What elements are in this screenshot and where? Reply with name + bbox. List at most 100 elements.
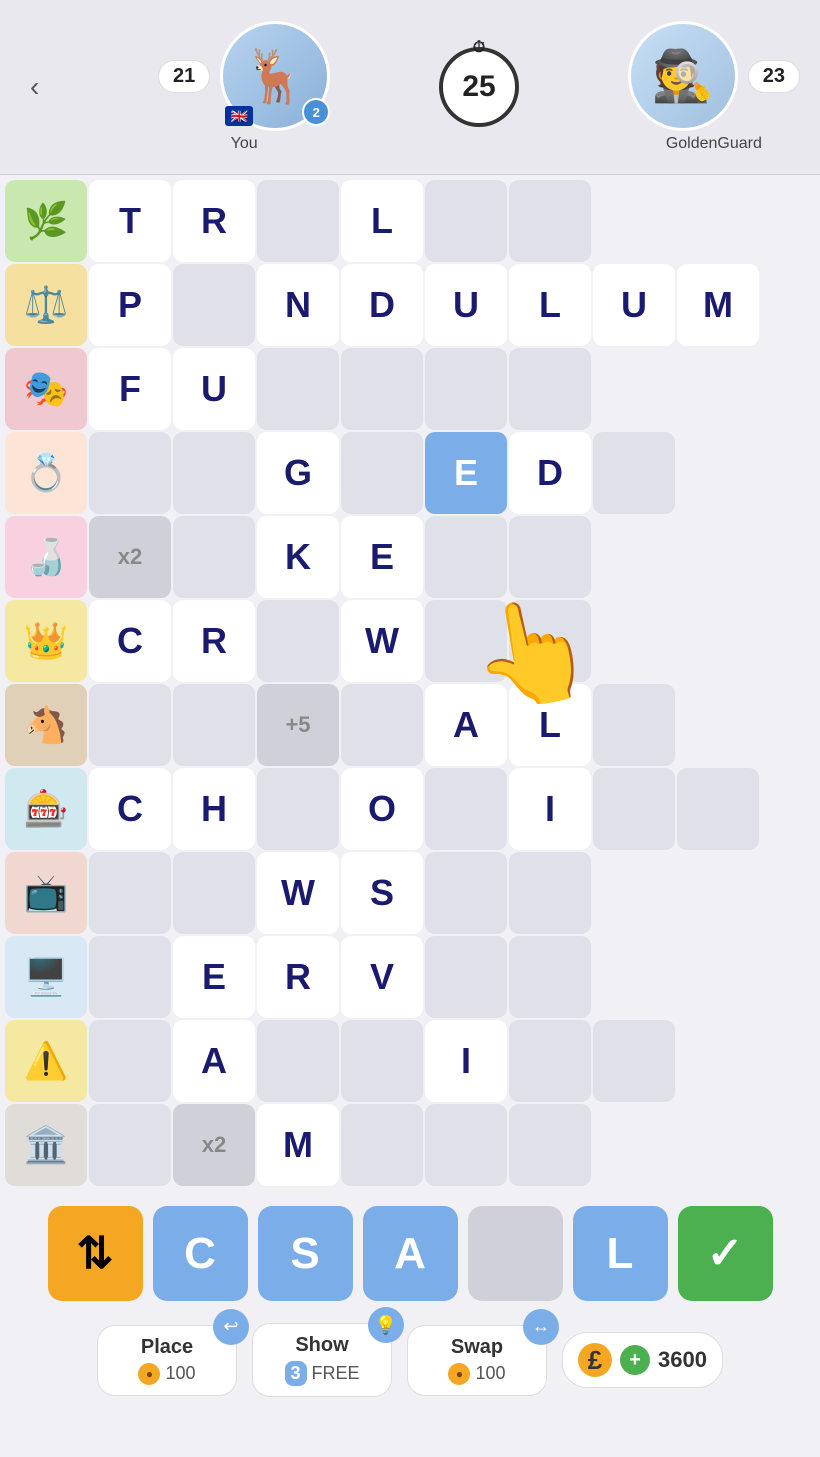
- clue-image-7: 🎰: [5, 768, 87, 850]
- cell[interactable]: [89, 1104, 171, 1186]
- cell[interactable]: [257, 600, 339, 682]
- cell[interactable]: U: [173, 348, 255, 430]
- add-coins-button[interactable]: +: [620, 1345, 650, 1375]
- cell[interactable]: [593, 684, 675, 766]
- cell[interactable]: [341, 348, 423, 430]
- you-level: 2: [302, 98, 330, 126]
- rack-tile-S[interactable]: S: [258, 1206, 353, 1301]
- cell[interactable]: G: [257, 432, 339, 514]
- cell[interactable]: M: [257, 1104, 339, 1186]
- cell[interactable]: A: [173, 1020, 255, 1102]
- cell[interactable]: C: [89, 600, 171, 682]
- cell[interactable]: N: [257, 264, 339, 346]
- cell[interactable]: F: [89, 348, 171, 430]
- cell[interactable]: [509, 1104, 591, 1186]
- cell[interactable]: A: [425, 684, 507, 766]
- cell[interactable]: U: [593, 264, 675, 346]
- cell[interactable]: L: [341, 180, 423, 262]
- back-button[interactable]: ‹: [20, 66, 49, 108]
- you-flag: 🇬🇧: [225, 106, 253, 126]
- cell[interactable]: R: [173, 180, 255, 262]
- cell[interactable]: x2: [89, 516, 171, 598]
- coins-display: £ + 3600: [562, 1332, 723, 1388]
- cell[interactable]: [89, 684, 171, 766]
- cell[interactable]: [509, 180, 591, 262]
- cell[interactable]: [341, 684, 423, 766]
- cell[interactable]: R: [173, 600, 255, 682]
- shuffle-tile[interactable]: ⇅: [48, 1206, 143, 1301]
- cell[interactable]: E: [341, 516, 423, 598]
- cell[interactable]: L: [509, 264, 591, 346]
- cell[interactable]: [593, 1020, 675, 1102]
- cell[interactable]: O: [341, 768, 423, 850]
- cell[interactable]: [89, 1020, 171, 1102]
- cell[interactable]: [425, 600, 507, 682]
- you-avatar-wrapper: 🦌 🇬🇧 2: [220, 21, 330, 131]
- cell[interactable]: [425, 936, 507, 1018]
- cell[interactable]: +5: [257, 684, 339, 766]
- cell[interactable]: W: [341, 600, 423, 682]
- cell[interactable]: [341, 432, 423, 514]
- cell[interactable]: [173, 432, 255, 514]
- cell[interactable]: C: [89, 768, 171, 850]
- cell[interactable]: S: [341, 852, 423, 934]
- cell[interactable]: [509, 852, 591, 934]
- cell[interactable]: [593, 432, 675, 514]
- cell[interactable]: [173, 264, 255, 346]
- clue-image-0: 🌿: [5, 180, 87, 262]
- cell[interactable]: [341, 1104, 423, 1186]
- cell[interactable]: [173, 516, 255, 598]
- cell[interactable]: W: [257, 852, 339, 934]
- cell[interactable]: R: [257, 936, 339, 1018]
- cell[interactable]: [425, 180, 507, 262]
- rack-tile-A[interactable]: A: [363, 1206, 458, 1301]
- cell[interactable]: [257, 180, 339, 262]
- cell[interactable]: [425, 852, 507, 934]
- cell[interactable]: E: [173, 936, 255, 1018]
- cell[interactable]: [425, 516, 507, 598]
- rack-tile-L[interactable]: L: [573, 1206, 668, 1301]
- cell[interactable]: [593, 768, 675, 850]
- cell-selected[interactable]: E: [425, 432, 507, 514]
- cell[interactable]: M: [677, 264, 759, 346]
- cell[interactable]: [257, 768, 339, 850]
- cell[interactable]: U: [425, 264, 507, 346]
- cell[interactable]: x2: [173, 1104, 255, 1186]
- cell[interactable]: [509, 1020, 591, 1102]
- coins-icon: £: [578, 1343, 612, 1377]
- cell[interactable]: [89, 432, 171, 514]
- cell[interactable]: [509, 936, 591, 1018]
- cell[interactable]: [425, 348, 507, 430]
- cell[interactable]: [173, 684, 255, 766]
- place-cost: ● 100: [138, 1363, 195, 1385]
- cell[interactable]: [341, 1020, 423, 1102]
- cell[interactable]: [89, 936, 171, 1018]
- cell[interactable]: D: [341, 264, 423, 346]
- cell[interactable]: T: [89, 180, 171, 262]
- cell[interactable]: H: [173, 768, 255, 850]
- rack-tile-empty[interactable]: [468, 1206, 563, 1301]
- clue-image-5: 👑: [5, 600, 87, 682]
- cell[interactable]: [257, 348, 339, 430]
- cell[interactable]: [89, 852, 171, 934]
- cell[interactable]: [509, 516, 591, 598]
- cell[interactable]: I: [425, 1020, 507, 1102]
- cell[interactable]: I: [509, 768, 591, 850]
- confirm-tile[interactable]: ✓: [678, 1206, 773, 1301]
- cell[interactable]: [509, 348, 591, 430]
- cell[interactable]: V: [341, 936, 423, 1018]
- cell[interactable]: [425, 1104, 507, 1186]
- cell[interactable]: P: [89, 264, 171, 346]
- cell[interactable]: L: [509, 684, 591, 766]
- cell[interactable]: [173, 852, 255, 934]
- show-label: Show: [295, 1334, 348, 1357]
- show-free-count: 3: [285, 1361, 307, 1386]
- cell[interactable]: [257, 1020, 339, 1102]
- cell[interactable]: K: [257, 516, 339, 598]
- cell[interactable]: [509, 600, 591, 682]
- board-row: 🎭 F U: [5, 348, 815, 430]
- cell[interactable]: [425, 768, 507, 850]
- cell[interactable]: [677, 768, 759, 850]
- rack-tile-C[interactable]: C: [153, 1206, 248, 1301]
- cell[interactable]: D: [509, 432, 591, 514]
